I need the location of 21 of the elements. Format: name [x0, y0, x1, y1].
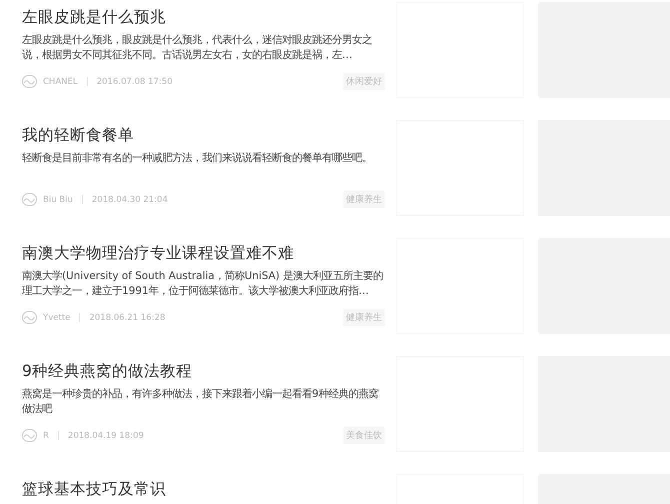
article-summary: 轻断食是目前非常有名的一种减肥方法，我们来说说看轻断食的餐单有哪些吧。 [22, 151, 373, 166]
post-date: 2016.07.08 17:50 [96, 76, 172, 86]
author-name: R [43, 430, 49, 440]
article-title[interactable]: 9种经典燕窝的做法教程 [22, 362, 192, 380]
article-title[interactable]: 左眼皮跳是什么预兆 [22, 8, 166, 26]
article-summary: 左眼皮跳是什么预兆，眼皮跳是什么预兆，代表什么，迷信对眼皮跳还分男女之说，根据男女不同其征兆不同。古话说男左女右，女的右眼皮跳是祸，左… [22, 33, 373, 63]
author-name: CHANEL [43, 76, 78, 86]
post-date: 2018.06.21 16:28 [89, 312, 166, 322]
avatar-icon [22, 311, 37, 324]
article-summary: 燕窝是一种珍贵的补品，有许多种做法，接下来跟着小编一起看看9种经典的燕窝做法吧 [22, 387, 380, 417]
avatar-icon [22, 75, 37, 88]
article-summary: 南澳大学(University of South Australia，简称UniSA) 是澳大利亚五所主要的理工大学之一，建立于1991年，位于阿德莱德市。该大学被澳大利亚政府指… [22, 269, 384, 299]
avatar-icon [22, 429, 37, 442]
article-title[interactable]: 篮球基本技巧及常识 [22, 480, 166, 498]
post-date: 2018.04.19 18:09 [68, 430, 144, 440]
author-name: Yvette [43, 312, 70, 322]
article-title[interactable]: 南澳大学物理治疗专业课程设置难不难 [22, 244, 294, 262]
avatar-icon [22, 193, 37, 206]
author-name: Biu Biu [43, 194, 73, 204]
post-date: 2018.04.30 21:04 [92, 194, 168, 204]
article-title[interactable]: 我的轻断食餐单 [22, 126, 134, 144]
